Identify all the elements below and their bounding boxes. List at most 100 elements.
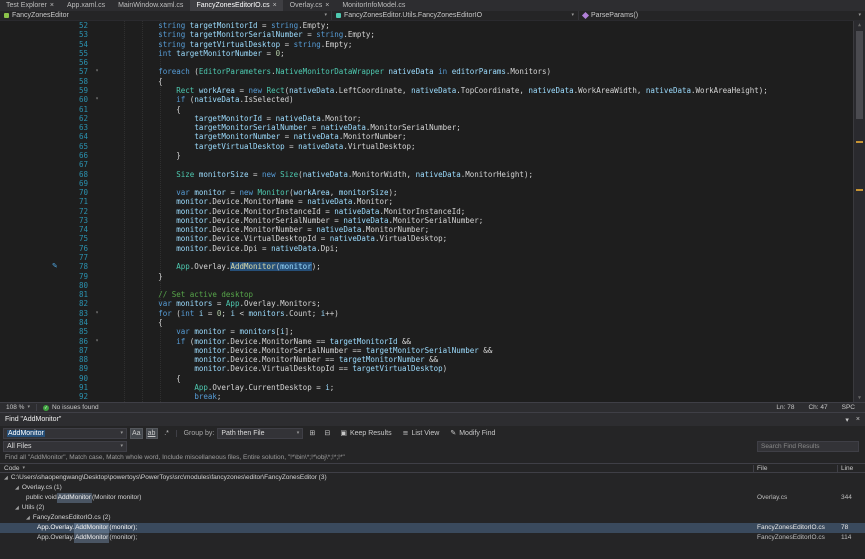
close-icon[interactable]: ×: [273, 2, 277, 9]
tab-monitorinfomodel-cs[interactable]: MonitorInfoModel.cs: [336, 0, 411, 11]
expander-icon[interactable]: ◢: [26, 513, 30, 523]
keep-results-toggle[interactable]: ▣ Keep Results: [336, 429, 395, 437]
collapse-all-icon[interactable]: ⊟: [321, 428, 333, 439]
code-line[interactable]: 70 var monitor = new Monitor(workArea, m…: [0, 188, 865, 197]
code-line[interactable]: 54 string targetVirtualDesktop = string.…: [0, 40, 865, 49]
match-case-button[interactable]: Aa: [130, 428, 143, 439]
code-editor[interactable]: 52 string targetMonitorId = string.Empty…: [0, 21, 865, 402]
code-line[interactable]: 59 Rect workArea = new Rect(nativeData.L…: [0, 86, 865, 95]
code-token: string: [271, 21, 298, 30]
project-dropdown[interactable]: FancyZonesEditor ▾: [0, 11, 332, 20]
code-line[interactable]: 68 Size monitorSize = new Size(nativeDat…: [0, 170, 865, 179]
code-line[interactable]: 91 App.Overlay.CurrentDesktop = i;: [0, 383, 865, 392]
expand-all-icon[interactable]: ⊞: [306, 428, 318, 439]
code-line[interactable]: 83▾ for (int i = 0; i < monitors.Count; …: [0, 309, 865, 318]
code-line[interactable]: 75 monitor.Device.VirtualDesktopId = nat…: [0, 234, 865, 243]
column-indicator[interactable]: Ch: 47: [808, 404, 827, 411]
fold-arrow-icon[interactable]: ▾: [90, 95, 104, 104]
result-row[interactable]: ◢Utils (2): [0, 503, 865, 513]
code-line[interactable]: 87 monitor.Device.MonitorSerialNumber ==…: [0, 346, 865, 355]
code-line[interactable]: 86▾ if (monitor.Device.MonitorName == ta…: [0, 337, 865, 346]
zoom-control[interactable]: 108 % ▾: [6, 404, 30, 411]
scrollbar-thumb[interactable]: [856, 31, 863, 119]
search-find-results-input[interactable]: [757, 441, 859, 452]
code-line[interactable]: 58 {: [0, 77, 865, 86]
result-row[interactable]: public void AddMonitor(Monitor monitor)O…: [0, 493, 865, 503]
document-health-indicator[interactable]: ✓ No issues found: [43, 404, 99, 411]
scroll-up-arrow-icon[interactable]: ▲: [854, 21, 865, 29]
member-dropdown[interactable]: ParseParams() ▾: [579, 11, 865, 20]
file-types-dropdown[interactable]: All Files ▾: [3, 441, 127, 452]
editor-scrollbar[interactable]: ▲ ▼: [853, 21, 865, 402]
code-line[interactable]: 82 var monitors = App.Overlay.Monitors;: [0, 299, 865, 308]
line-indicator[interactable]: Ln: 78: [776, 404, 794, 411]
fold-arrow-icon[interactable]: ▾: [90, 309, 104, 318]
code-line[interactable]: 63 targetMonitorSerialNumber = nativeDat…: [0, 123, 865, 132]
code-line[interactable]: 69: [0, 179, 865, 188]
fold-arrow-icon[interactable]: ▾: [90, 67, 104, 76]
expander-icon[interactable]: ◢: [15, 503, 19, 513]
result-row[interactable]: App.Overlay.AddMonitor(monitor);FancyZon…: [0, 523, 865, 533]
result-row[interactable]: ◢FancyZonesEditorIO.cs (2): [0, 513, 865, 523]
code-line[interactable]: 85 var monitor = monitors[i];: [0, 327, 865, 336]
code-line[interactable]: 56: [0, 58, 865, 67]
code-line[interactable]: 62 targetMonitorId = nativeData.Monitor;: [0, 114, 865, 123]
column-header-line[interactable]: Line: [837, 465, 865, 472]
code-token: nativeData: [528, 86, 573, 95]
close-icon[interactable]: ×: [325, 2, 329, 9]
code-line[interactable]: 77: [0, 253, 865, 262]
expander-icon[interactable]: ◢: [4, 473, 8, 483]
code-line[interactable]: 89 monitor.Device.VirtualDesktopId == ta…: [0, 364, 865, 373]
code-line[interactable]: 65 targetVirtualDesktop = nativeData.Vir…: [0, 142, 865, 151]
code-line[interactable]: 71 monitor.Device.MonitorName = nativeDa…: [0, 197, 865, 206]
result-row[interactable]: App.Overlay.AddMonitor(monitor);FancyZon…: [0, 533, 865, 543]
whole-word-button[interactable]: ab: [146, 428, 158, 439]
fold-spacer: [90, 132, 104, 141]
list-view-toggle[interactable]: ≡ List View: [399, 429, 444, 437]
close-icon[interactable]: ×: [856, 416, 860, 423]
code-line[interactable]: 88 monitor.Device.MonitorNumber == targe…: [0, 355, 865, 364]
code-line[interactable]: 53 string targetMonitorSerialNumber = st…: [0, 30, 865, 39]
code-line[interactable]: 74 monitor.Device.MonitorNumber = native…: [0, 225, 865, 234]
code-line[interactable]: 60▾ if (nativeData.IsSelected): [0, 95, 865, 104]
code-line[interactable]: 55 int targetMonitorNumber = 0;: [0, 49, 865, 58]
code-line[interactable]: 84 {: [0, 318, 865, 327]
code-line[interactable]: 76 monitor.Device.Dpi = nativeData.Dpi;: [0, 244, 865, 253]
modify-find-button[interactable]: ✎ Modify Find: [446, 429, 499, 437]
group-by-dropdown[interactable]: Path then File ▾: [217, 428, 303, 439]
line-number: 58: [0, 77, 90, 86]
code-line[interactable]: 90 {: [0, 374, 865, 383]
indentation-indicator[interactable]: SPC: [842, 404, 855, 411]
code-line[interactable]: 92 break;: [0, 392, 865, 401]
close-icon[interactable]: ×: [50, 2, 54, 9]
expander-icon[interactable]: ◢: [15, 483, 19, 493]
type-dropdown[interactable]: FancyZonesEditor.Utils.FancyZonesEditorI…: [332, 11, 579, 20]
code-line[interactable]: 67: [0, 160, 865, 169]
code-line[interactable]: 61 {: [0, 105, 865, 114]
tab-overlay-cs[interactable]: Overlay.cs×: [284, 0, 336, 11]
result-row[interactable]: ◢Overlay.cs (1): [0, 483, 865, 493]
code-line[interactable]: ✎78 App.Overlay.AddMonitor(monitor);: [0, 262, 865, 271]
code-line[interactable]: 64 targetMonitorNumber = nativeData.Moni…: [0, 132, 865, 141]
scroll-down-arrow-icon[interactable]: ▼: [854, 394, 865, 402]
code-line[interactable]: 80: [0, 281, 865, 290]
code-line[interactable]: 79 }: [0, 272, 865, 281]
column-header-file[interactable]: File: [753, 465, 837, 472]
code-line[interactable]: 52 string targetMonitorId = string.Empty…: [0, 21, 865, 30]
code-line[interactable]: 73 monitor.Device.MonitorSerialNumber = …: [0, 216, 865, 225]
regex-button[interactable]: .*: [161, 428, 173, 439]
fold-arrow-icon[interactable]: ▾: [90, 337, 104, 346]
result-row[interactable]: ◢C:\Users\shaopengwang\Desktop\powertoys…: [0, 473, 865, 483]
code-line[interactable]: 72 monitor.Device.MonitorInstanceId = na…: [0, 207, 865, 216]
column-header-code[interactable]: Code ▾: [0, 465, 753, 472]
code-line[interactable]: 81 // Set active desktop: [0, 290, 865, 299]
tab-mainwindow-xaml-cs[interactable]: MainWindow.xaml.cs: [112, 0, 189, 11]
tab-fancyzoneseditorio-cs[interactable]: FancyZonesEditorIO.cs×: [190, 0, 282, 11]
window-position-icon[interactable]: ▾: [845, 416, 849, 424]
divider: [176, 430, 177, 437]
code-line[interactable]: 57▾ foreach (EditorParameters.NativeMoni…: [0, 67, 865, 76]
code-line[interactable]: 66 }: [0, 151, 865, 160]
find-search-input[interactable]: AddMonitor ▾: [3, 428, 127, 439]
tab-test-explorer[interactable]: Test Explorer×: [0, 0, 60, 11]
tab-app-xaml-cs[interactable]: App.xaml.cs: [61, 0, 111, 11]
